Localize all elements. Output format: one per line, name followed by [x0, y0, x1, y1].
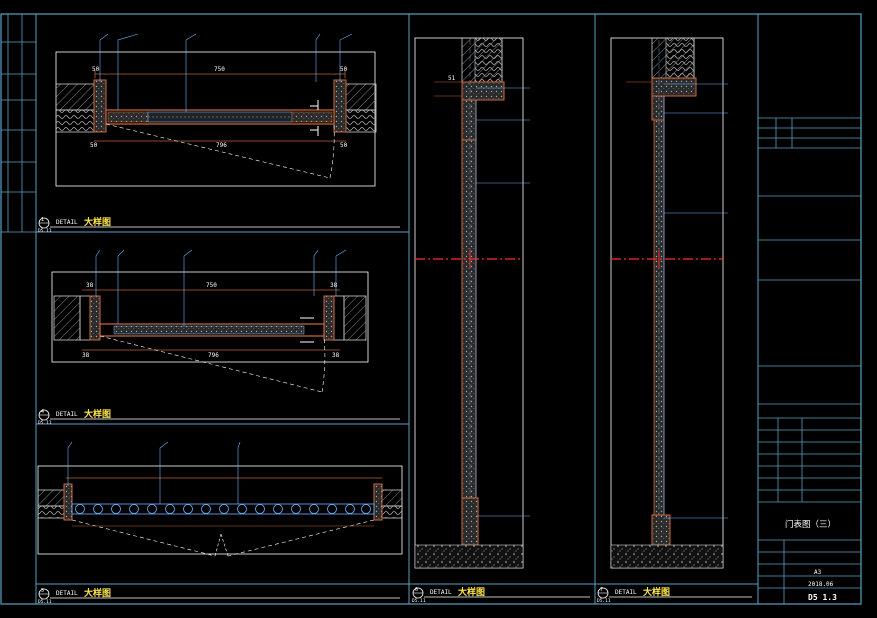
d6-dim: 51: [448, 75, 456, 82]
detail-7-section: [610, 37, 728, 569]
d7-ref: D5.11: [597, 598, 611, 604]
d1-number: 1: [41, 217, 44, 223]
d4-dim-left: 38: [86, 282, 94, 289]
d1-dim-right-bottom: 50: [340, 142, 348, 149]
d4-dim-right-bottom: 38: [332, 352, 340, 359]
title-block: [758, 117, 861, 604]
d4-title: 大样图: [84, 408, 111, 419]
d7-title: 大样图: [643, 586, 670, 597]
d4-dim-overall: 750: [206, 282, 217, 289]
detail-6-section: 51: [414, 37, 530, 569]
d1-dim-left-bottom: 50: [90, 142, 98, 149]
detail-1-label: 1 D5.11 DETAIL 大样图: [38, 216, 400, 234]
detail-4-label: 4 D5.11 DETAIL 大样图: [38, 408, 400, 426]
d5-number: 5: [41, 588, 44, 594]
title-block-text: 门表图（三） A3 2018.06 D5 1.3: [785, 519, 837, 602]
d5-detail-word: DETAIL: [56, 590, 78, 597]
d1-ref: D5.11: [38, 228, 52, 234]
d5-title: 大样图: [84, 587, 111, 598]
d7-number: 7: [600, 587, 603, 593]
d4-dim-left-bottom: 38: [82, 352, 90, 359]
cad-drawing-sheet: 50 750 50 50 796 50 1 D5.11 DETAIL 大样图 3…: [0, 13, 862, 605]
scale-value: A3: [814, 569, 822, 576]
d4-ref: D5.11: [38, 420, 52, 426]
drawing-name: 门表图（三）: [785, 519, 836, 529]
d6-ref: D5.11: [412, 598, 426, 604]
detail-7-label: 7 D5.11 DETAIL 大样图: [597, 586, 752, 604]
d4-detail-word: DETAIL: [56, 411, 78, 418]
detail-1-plan: 50 750 50 50 796 50: [55, 33, 377, 187]
detail-4-plan: 38 750 38 38 796 38: [51, 249, 369, 393]
d1-detail-word: DETAIL: [56, 219, 78, 226]
plan-dividers: [36, 231, 758, 585]
d1-dim-right: 50: [340, 66, 348, 73]
d4-number: 4: [41, 409, 44, 415]
date-value: 2018.06: [808, 581, 834, 588]
detail-6-label: 6 D5.11 DETAIL 大样图: [412, 586, 590, 604]
revision-column: [1, 14, 36, 233]
d4-dim-right: 38: [330, 282, 338, 289]
d7-detail-word: DETAIL: [615, 589, 637, 596]
d1-dim-left: 50: [92, 66, 100, 73]
d1-dim-swing: 796: [216, 142, 227, 149]
d1-title: 大样图: [84, 216, 111, 227]
sheet-frame: [0, 13, 862, 605]
d5-ref: D5.11: [38, 599, 52, 605]
folding-panels: [75, 504, 371, 514]
d1-dim-overall: 750: [214, 66, 225, 73]
d6-title: 大样图: [458, 586, 485, 597]
d4-dim-swing: 796: [208, 352, 219, 359]
d6-detail-word: DETAIL: [430, 589, 452, 596]
detail-5-label: 5 D5.11 DETAIL 大样图: [38, 587, 400, 605]
detail-5-plan: [37, 441, 403, 557]
d6-number: 6: [415, 587, 418, 593]
sheet-number: D5 1.3: [808, 593, 837, 602]
